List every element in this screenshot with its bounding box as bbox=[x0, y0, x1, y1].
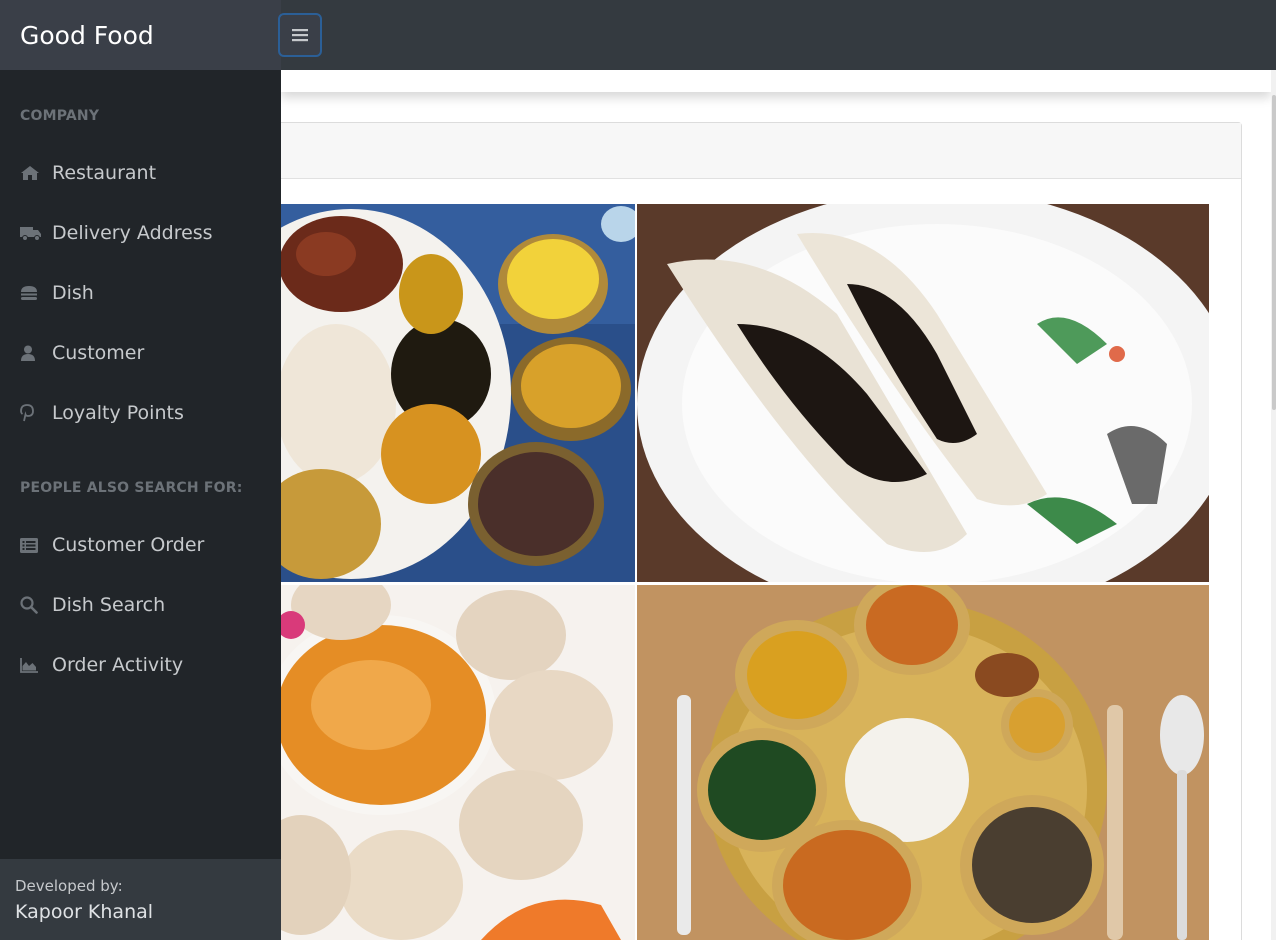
sidebar-item-restaurant[interactable]: Restaurant bbox=[20, 158, 156, 188]
developer-name: Kapoor Khanal bbox=[15, 901, 154, 923]
sidebar-item-label: Customer bbox=[52, 342, 145, 364]
sidebar-item-label: Loyalty Points bbox=[52, 402, 184, 424]
yomari-image bbox=[637, 204, 1209, 582]
sidebar-item-dish[interactable]: Dish bbox=[20, 278, 94, 308]
scrollbar-thumb[interactable] bbox=[1272, 95, 1276, 410]
sidebar-item-label: Restaurant bbox=[52, 162, 157, 184]
sidebar-item-customer-order[interactable]: Customer Order bbox=[20, 530, 204, 560]
sidebar-heading-people-also-search: PEOPLE ALSO SEARCH FOR: bbox=[20, 480, 243, 496]
list-alt-icon bbox=[20, 537, 44, 553]
sidebar-toggle-button[interactable] bbox=[278, 13, 322, 57]
top-content-bar bbox=[281, 70, 1271, 92]
sidebar: COMPANY Restaurant Delivery Address Dish… bbox=[0, 70, 281, 940]
sidebar-item-dish-search[interactable]: Dish Search bbox=[20, 590, 165, 620]
card-header bbox=[271, 123, 1241, 179]
top-navbar: Good Food bbox=[0, 0, 1276, 70]
sidebar-item-customer[interactable]: Customer bbox=[20, 338, 144, 368]
momo-image bbox=[281, 585, 635, 940]
thali-set-image bbox=[637, 585, 1209, 940]
nepali-thali-image bbox=[281, 204, 635, 582]
sidebar-item-label: Dish bbox=[52, 282, 94, 304]
sidebar-item-loyalty-points[interactable]: Loyalty Points bbox=[20, 398, 184, 428]
sidebar-item-label: Customer Order bbox=[52, 534, 205, 556]
search-icon bbox=[20, 596, 44, 614]
sidebar-item-label: Dish Search bbox=[52, 594, 166, 616]
pinterest-icon bbox=[20, 404, 44, 422]
sidebar-item-label: Order Activity bbox=[52, 654, 184, 676]
truck-icon bbox=[20, 225, 44, 241]
brand-title[interactable]: Good Food bbox=[0, 0, 281, 70]
sidebar-footer: Developed by: Kapoor Khanal bbox=[0, 859, 281, 940]
sidebar-item-delivery-address[interactable]: Delivery Address bbox=[20, 218, 213, 248]
sidebar-item-order-activity[interactable]: Order Activity bbox=[20, 650, 183, 680]
home-icon bbox=[20, 165, 44, 181]
sidebar-heading-company: COMPANY bbox=[20, 108, 100, 124]
hamburger-icon bbox=[292, 29, 308, 42]
area-chart-icon bbox=[20, 657, 44, 673]
sidebar-item-label: Delivery Address bbox=[52, 222, 213, 244]
user-icon bbox=[20, 345, 44, 361]
developed-by-label: Developed by: bbox=[15, 877, 123, 895]
burger-icon bbox=[20, 285, 44, 301]
